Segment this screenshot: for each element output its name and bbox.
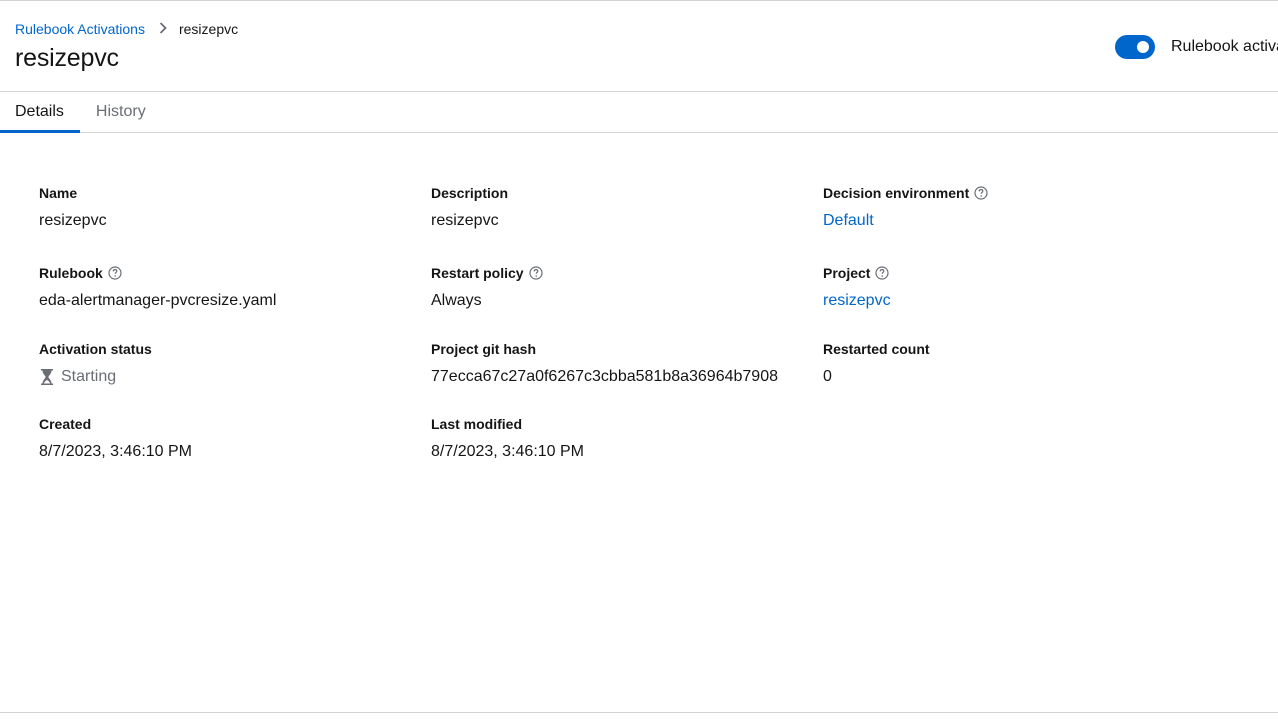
- field-last-modified: Last modified 8/7/2023, 3:46:10 PM: [431, 416, 584, 461]
- breadcrumb-rulebook-activations-link[interactable]: Rulebook Activations: [15, 21, 145, 37]
- field-value: 8/7/2023, 3:46:10 PM: [39, 443, 192, 460]
- field-label: Rulebook: [39, 265, 276, 281]
- activation-status-text: Starting: [61, 368, 117, 385]
- toggle-label: Rulebook activa: [1171, 38, 1278, 55]
- help-icon[interactable]: [974, 186, 988, 200]
- field-label: Project git hash: [431, 341, 537, 357]
- field-label: Project: [823, 265, 891, 281]
- field-value: resizepvc: [431, 212, 499, 229]
- field-project-git-hash: Project git hash 77ecca67c27a0f6267c3cbb…: [431, 341, 778, 386]
- tab-bar: Details History: [0, 92, 1278, 133]
- field-label: Description: [431, 185, 509, 201]
- field-label: Decision environment: [823, 185, 988, 201]
- page-header: Rulebook Activations resizepvc resizepvc…: [0, 1, 1278, 92]
- project-link[interactable]: resizepvc: [823, 292, 891, 310]
- help-icon[interactable]: [108, 266, 122, 280]
- field-rulebook: Rulebook eda-alertmanager-pvcresize.yaml: [39, 265, 276, 310]
- field-value: 77ecca67c27a0f6267c3cbba581b8a36964b7908: [431, 368, 778, 385]
- page-title: resizepvc: [15, 44, 119, 72]
- breadcrumb: Rulebook Activations resizepvc: [15, 21, 238, 37]
- rulebook-activation-details-page: Rulebook Activations resizepvc resizepvc…: [0, 0, 1278, 726]
- rulebook-activation-toggle-group: Rulebook activa: [1115, 35, 1278, 59]
- field-label-text: Project: [823, 265, 871, 281]
- field-value: eda-alertmanager-pvcresize.yaml: [39, 292, 277, 309]
- activation-status-value: Starting: [39, 368, 152, 386]
- tab-history[interactable]: History: [80, 92, 162, 132]
- field-label: Last modified: [431, 416, 523, 432]
- rulebook-activation-toggle[interactable]: [1115, 35, 1155, 59]
- field-description: Description resizepvc: [431, 185, 508, 230]
- field-decision-environment: Decision environment Default: [823, 185, 988, 230]
- field-value: 8/7/2023, 3:46:10 PM: [431, 443, 584, 460]
- field-label-text: Decision environment: [823, 185, 970, 201]
- help-icon[interactable]: [875, 266, 890, 280]
- breadcrumb-current: resizepvc: [178, 21, 239, 37]
- field-value: resizepvc: [39, 212, 107, 229]
- field-restarted-count: Restarted count 0: [823, 341, 930, 386]
- field-label: Restart policy: [431, 265, 543, 281]
- field-project: Project resizepvc: [823, 265, 891, 310]
- hourglass-icon: [39, 368, 55, 386]
- toggle-knob: [1137, 41, 1149, 53]
- field-label: Restarted count: [823, 341, 930, 357]
- field-label: Name: [39, 185, 78, 201]
- field-label: Created: [39, 416, 92, 432]
- field-restart-policy: Restart policy Always: [431, 265, 543, 310]
- field-activation-status: Activation status Starting: [39, 341, 152, 386]
- tab-details[interactable]: Details: [0, 92, 80, 133]
- bottom-divider: [0, 712, 1278, 713]
- help-icon[interactable]: [528, 266, 543, 280]
- field-label-text: Rulebook: [39, 265, 103, 281]
- field-value: 0: [823, 368, 832, 385]
- field-value: Always: [431, 292, 482, 309]
- chevron-right-icon: [159, 21, 167, 37]
- field-label: Activation status: [39, 341, 152, 357]
- decision-environment-link[interactable]: Default: [823, 212, 988, 230]
- field-label-text: Restart policy: [431, 265, 524, 281]
- field-created: Created 8/7/2023, 3:46:10 PM: [39, 416, 192, 461]
- field-name: Name resizepvc: [39, 185, 107, 230]
